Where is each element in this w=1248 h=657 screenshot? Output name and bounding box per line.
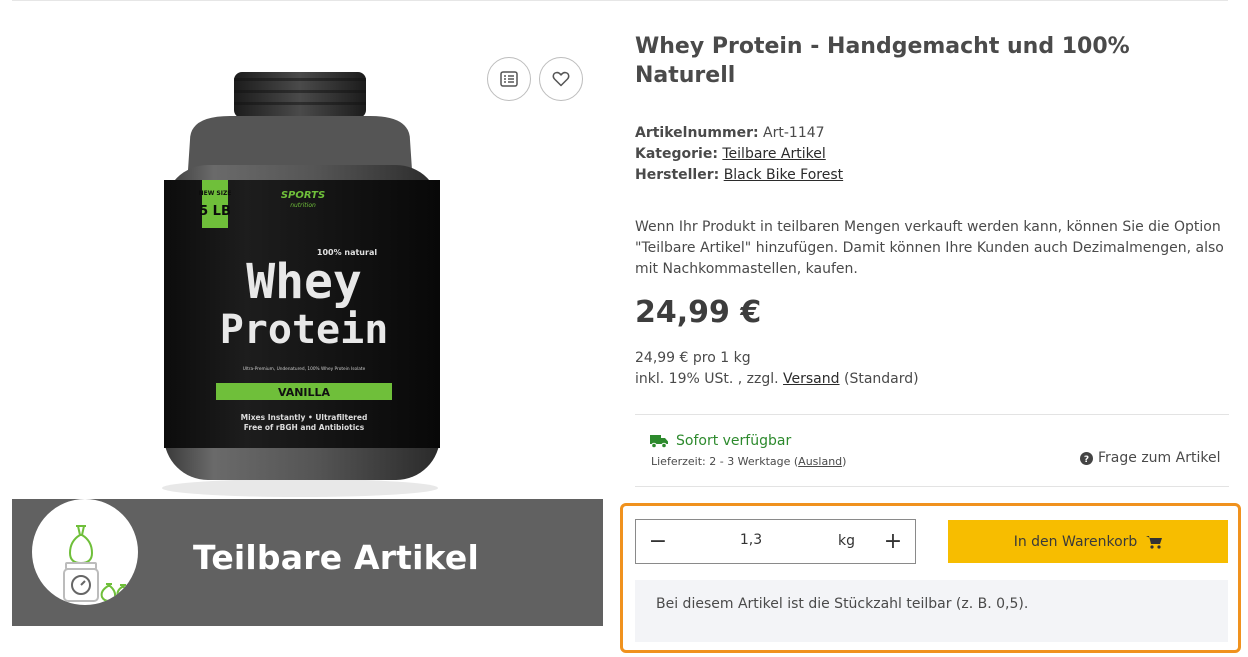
quantity-input[interactable]: [696, 532, 806, 548]
banner-logo: [32, 499, 138, 605]
quantity-stepper: − kg +: [635, 519, 916, 564]
divisible-note: Bei diesem Artikel ist die Stückzahl tei…: [635, 580, 1228, 642]
product-gallery: NEW SIZE 5 LB SPORTS nutrition 100% natu…: [0, 0, 615, 657]
article-number-label: Artikelnummer:: [635, 125, 759, 141]
question-label: Frage zum Artikel: [1098, 450, 1221, 466]
product-image[interactable]: NEW SIZE 5 LB SPORTS nutrition 100% natu…: [150, 70, 455, 500]
divider: [635, 486, 1229, 487]
price-details: 24,99 € pro 1 kg inkl. 19% USt. , zzgl. …: [635, 348, 919, 390]
tax-prefix: inkl. 19% USt. , zzgl.: [635, 371, 779, 387]
jar-subline: Ultra-Premium, Undenatured, 100% Whey Pr…: [243, 366, 366, 372]
minus-icon: −: [648, 529, 668, 554]
category-label: Kategorie:: [635, 146, 718, 162]
article-number-row: Artikelnummer: Art-1147: [635, 123, 843, 144]
decrease-quantity-button[interactable]: −: [636, 520, 680, 563]
category-link[interactable]: Teilbare Artikel: [722, 146, 825, 162]
jar-brand-bottom: nutrition: [290, 202, 316, 209]
jar-flavor: VANILLA: [278, 386, 331, 399]
manufacturer-label: Hersteller:: [635, 167, 720, 183]
jar-line1: Whey: [246, 254, 362, 310]
manufacturer-link[interactable]: Black Bike Forest: [724, 167, 843, 183]
divider: [635, 414, 1229, 415]
scale-bags-icon: [63, 525, 130, 603]
jar-line2: Protein: [220, 307, 389, 353]
product-title: Whey Protein - Handgemacht und 100% Natu…: [635, 34, 1130, 88]
manufacturer-row: Hersteller: Black Bike Forest: [635, 165, 843, 186]
product-description: Wenn Ihr Produkt in teilbaren Mengen ver…: [635, 219, 1224, 277]
heart-icon: [552, 71, 570, 87]
jar-brand-top: SPORTS: [281, 190, 325, 201]
jar-badge-bottom: 5 LB: [199, 204, 231, 219]
plus-icon: +: [883, 529, 903, 554]
base-price: 24,99 € pro 1 kg: [635, 350, 751, 366]
banner-title: Teilbare Artikel: [193, 538, 480, 577]
increase-quantity-button[interactable]: +: [871, 520, 915, 563]
availability-status: Sofort verfügbar: [650, 433, 791, 449]
question-link[interactable]: ? Frage zum Artikel: [1080, 450, 1220, 466]
question-circle-icon: ?: [1080, 451, 1093, 465]
compare-button[interactable]: [487, 57, 531, 101]
shipping-suffix: (Standard): [843, 371, 919, 387]
jar-feature2: Free of rBGH and Antibiotics: [244, 423, 365, 432]
delivery-time: Lieferzeit: 2 - 3 Werktage (Ausland): [651, 455, 846, 468]
product-meta: Artikelnummer: Art-1147 Kategorie: Teilb…: [635, 123, 843, 186]
delivery-suffix: ): [842, 455, 847, 468]
cart-icon: [1146, 535, 1163, 549]
svg-text:?: ?: [1084, 455, 1089, 465]
tax-info: inkl. 19% USt. , zzgl. Versand (Standard…: [635, 369, 919, 390]
product-price: 24,99 €: [635, 295, 762, 330]
article-number-value: Art-1147: [763, 125, 825, 141]
add-to-cart-label: In den Warenkorb: [1013, 533, 1138, 550]
list-icon: [500, 71, 518, 87]
quantity-unit: kg: [838, 533, 855, 549]
wishlist-button[interactable]: [539, 57, 583, 101]
jar-badge-top: NEW SIZE: [199, 190, 232, 197]
jar-feature1: Mixes Instantly • Ultrafiltered: [241, 413, 368, 422]
truck-icon: [650, 435, 668, 448]
shipping-link[interactable]: Versand: [783, 371, 840, 387]
abroad-link[interactable]: Ausland: [798, 455, 842, 468]
category-row: Kategorie: Teilbare Artikel: [635, 144, 843, 165]
availability-text: Sofort verfügbar: [676, 433, 792, 449]
delivery-prefix: Lieferzeit: 2 - 3 Werktage (: [651, 455, 799, 468]
add-to-cart-button[interactable]: In den Warenkorb: [948, 520, 1228, 563]
